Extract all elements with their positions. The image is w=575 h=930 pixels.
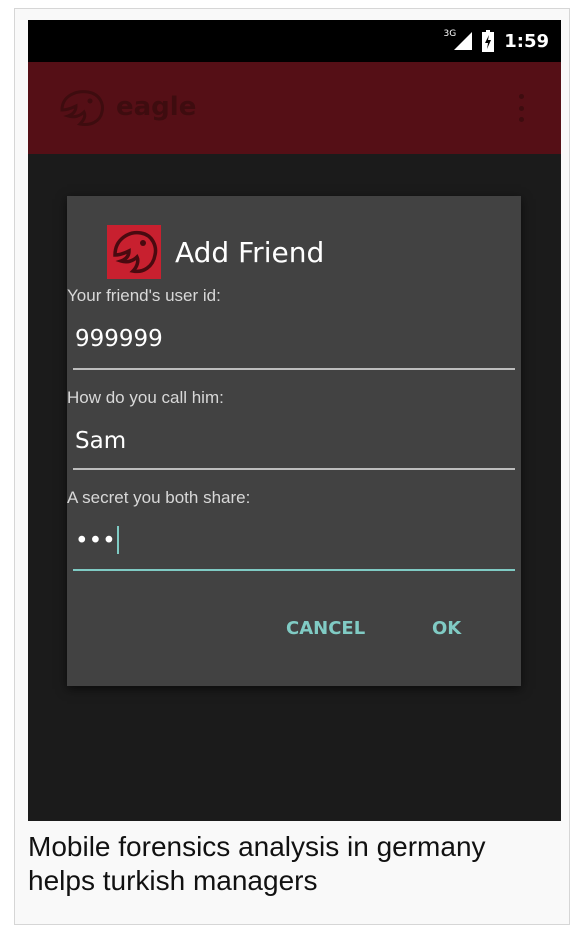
text-cursor xyxy=(116,526,119,554)
secret-label: A secret you both share: xyxy=(67,488,251,507)
battery-charging-icon xyxy=(482,30,495,52)
nickname-underline xyxy=(73,468,515,470)
app-title: eagle xyxy=(116,92,197,122)
status-clock: 1:59 xyxy=(504,30,549,52)
signal-icon xyxy=(454,32,473,50)
user-id-input[interactable]: 999999 xyxy=(75,326,163,352)
status-bar: 3G 1:59 xyxy=(28,20,561,62)
status-icons: 3G 1:59 xyxy=(444,28,549,54)
figure-caption: Mobile forensics analysis in germany hel… xyxy=(28,831,486,896)
nickname-input[interactable]: Sam xyxy=(75,428,126,454)
nickname-label: How do you call him: xyxy=(67,388,224,407)
network-type-label: 3G xyxy=(443,29,457,39)
eagle-logo-icon xyxy=(107,225,161,279)
menu-dot xyxy=(519,94,524,99)
user-id-underline xyxy=(73,368,515,370)
add-friend-dialog: Add Friend Your friend's user id: 999999… xyxy=(67,196,521,686)
dialog-title: Add Friend xyxy=(175,236,325,269)
menu-dot xyxy=(519,117,524,122)
ok-button[interactable]: OK xyxy=(432,618,461,639)
phone-screenshot: 3G 1:59 eagle Add Friend Your friend's u… xyxy=(28,20,561,821)
cancel-button[interactable]: CANCEL xyxy=(286,618,365,639)
secret-input[interactable]: ••• xyxy=(75,526,119,554)
secret-masked-value: ••• xyxy=(75,528,116,554)
menu-dot xyxy=(519,105,524,111)
app-bar: eagle xyxy=(28,62,561,154)
secret-underline xyxy=(73,569,515,571)
eagle-logo-icon[interactable] xyxy=(56,88,106,128)
user-id-label: Your friend's user id: xyxy=(67,286,221,305)
overflow-menu-icon[interactable] xyxy=(519,94,525,122)
